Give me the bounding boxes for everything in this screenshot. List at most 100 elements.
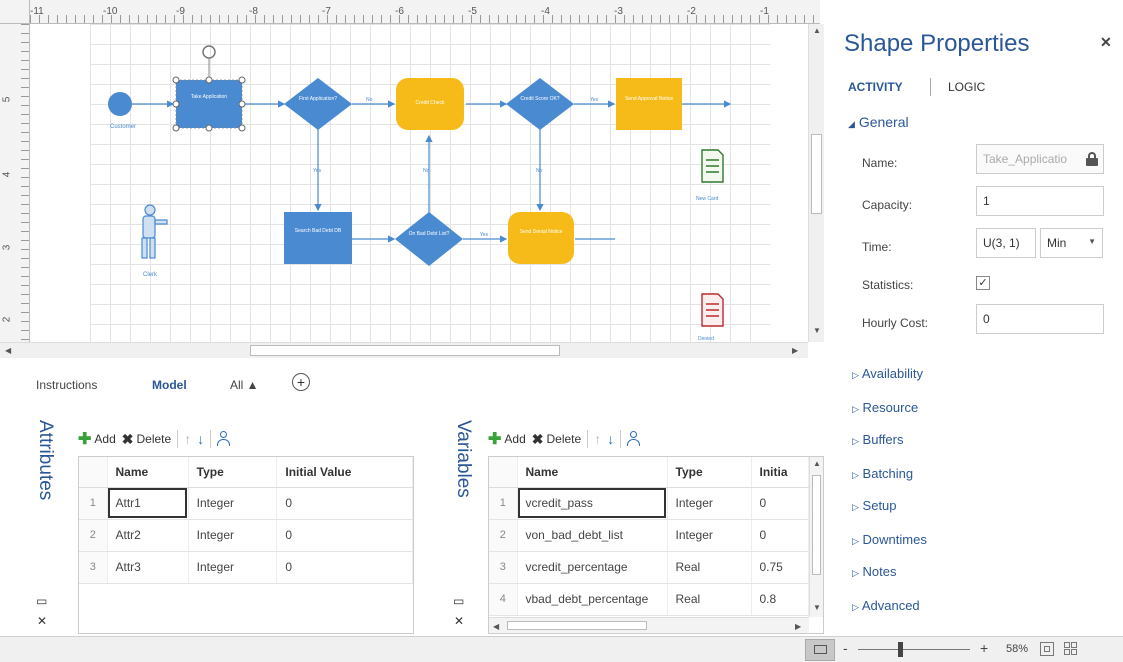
zoom-slider-thumb[interactable] <box>898 642 904 657</box>
scroll-left-icon[interactable]: ◀ <box>5 346 11 355</box>
scroll-left-icon[interactable]: ◀ <box>493 622 499 631</box>
table-row[interactable]: 1 Attr1 Integer 0 <box>79 487 413 520</box>
time-field[interactable]: U(3, 1) <box>976 228 1036 258</box>
column-header[interactable]: Name <box>107 457 189 488</box>
canvas-vertical-scrollbar[interactable]: ▲ ▼ <box>808 24 824 342</box>
customer-source-node[interactable] <box>108 92 132 116</box>
delete-variable-button[interactable]: ✖ Delete <box>532 431 581 448</box>
tab-model[interactable]: Model <box>152 378 187 392</box>
scroll-thumb[interactable] <box>812 475 821 575</box>
move-up-icon[interactable]: ↑ <box>184 431 191 447</box>
section-notes[interactable]: ▷ Notes <box>852 564 897 579</box>
denied-sink-icon[interactable] <box>701 293 724 327</box>
table-row[interactable]: 3 vcredit_percentage Real 0.75 <box>489 551 809 584</box>
name-cell[interactable]: vcredit_pass <box>517 487 668 520</box>
value-cell[interactable]: 0 <box>751 487 809 520</box>
name-cell[interactable]: vbad_debt_percentage <box>517 583 668 616</box>
restore-icon[interactable]: ▭ <box>453 594 464 608</box>
name-cell[interactable]: vcredit_percentage <box>517 551 668 584</box>
tab-all[interactable]: All ▲ <box>230 378 259 392</box>
name-cell[interactable]: von_bad_debt_list <box>517 519 668 552</box>
add-variable-button[interactable]: ✚ Add <box>488 429 526 449</box>
first-application-decision[interactable]: First Application? <box>284 78 352 130</box>
process-diagram[interactable]: No Yes Yes No No Yes Customer Take Appli… <box>30 24 820 342</box>
close-icon[interactable]: ✕ <box>454 614 464 628</box>
type-cell[interactable]: Integer <box>188 519 278 552</box>
take-application-node[interactable]: Take Application <box>172 45 246 132</box>
column-header[interactable]: Type <box>667 457 752 488</box>
name-cell[interactable]: Attr1 <box>107 487 189 520</box>
column-header[interactable]: Name <box>517 457 668 488</box>
scroll-down-icon[interactable]: ▼ <box>813 326 821 335</box>
section-advanced[interactable]: ▷ Advanced <box>852 598 920 613</box>
name-cell[interactable]: Attr3 <box>107 551 189 584</box>
search-bad-debt-node[interactable]: Search Bad Debt DB <box>284 212 352 264</box>
presentation-mode-button[interactable] <box>805 639 835 661</box>
scroll-thumb[interactable] <box>507 621 647 630</box>
type-cell[interactable]: Integer <box>667 487 752 520</box>
new-card-sink-icon[interactable] <box>701 149 724 183</box>
type-cell[interactable]: Real <box>667 551 752 584</box>
table-row[interactable]: 3 Attr3 Integer 0 <box>79 551 413 584</box>
grid-horizontal-scrollbar[interactable]: ◀ ▶ <box>489 617 809 633</box>
move-up-icon[interactable]: ↑ <box>594 431 601 447</box>
scroll-thumb[interactable] <box>811 134 822 214</box>
person-icon[interactable] <box>627 431 643 447</box>
table-row[interactable]: 2 Attr2 Integer 0 <box>79 519 413 552</box>
move-down-icon[interactable]: ↓ <box>607 431 614 447</box>
column-header[interactable]: Initia <box>751 457 809 488</box>
capacity-field[interactable]: 1 <box>976 186 1104 216</box>
tab-logic[interactable]: LOGIC <box>948 80 985 94</box>
tab-instructions[interactable]: Instructions <box>36 378 97 392</box>
section-setup[interactable]: ▷ Setup <box>852 498 897 513</box>
restore-icon[interactable]: ▭ <box>36 594 47 608</box>
value-cell[interactable]: 0 <box>276 519 413 552</box>
type-cell[interactable]: Integer <box>188 551 278 584</box>
zoom-out-button[interactable]: - <box>843 640 848 656</box>
grid-vertical-scrollbar[interactable]: ▲ ▼ <box>809 457 823 617</box>
scroll-up-icon[interactable]: ▲ <box>813 26 821 35</box>
table-row[interactable]: 2 von_bad_debt_list Integer 0 <box>489 519 809 552</box>
value-cell[interactable]: 0 <box>276 487 413 520</box>
column-header[interactable]: Type <box>188 457 278 488</box>
name-cell[interactable]: Attr2 <box>107 519 189 552</box>
add-tab-icon[interactable]: + <box>292 373 310 391</box>
on-bad-debt-decision[interactable]: On Bad Debt List? <box>395 212 463 266</box>
section-resource[interactable]: ▷ Resource <box>852 400 918 415</box>
scroll-down-icon[interactable]: ▼ <box>813 603 821 612</box>
credit-score-decision[interactable]: Credit Score OK? <box>506 78 574 130</box>
section-availability[interactable]: ▷ Availability <box>852 366 923 381</box>
statistics-checkbox[interactable]: ✓ <box>976 276 990 290</box>
scroll-right-icon[interactable]: ▶ <box>792 346 798 355</box>
time-unit-select[interactable]: Min ▼ <box>1040 228 1103 258</box>
value-cell[interactable]: 0.8 <box>751 583 809 616</box>
hourly-cost-field[interactable]: 0 <box>976 304 1104 334</box>
canvas-horizontal-scrollbar[interactable]: ◀ ▶ <box>0 342 808 358</box>
zoom-in-button[interactable]: + <box>980 640 988 656</box>
scroll-up-icon[interactable]: ▲ <box>813 459 821 468</box>
close-icon[interactable]: ✕ <box>37 614 47 628</box>
value-cell[interactable]: 0 <box>276 551 413 584</box>
zoom-slider-track[interactable] <box>858 649 970 650</box>
person-icon[interactable] <box>217 431 233 447</box>
drawing-surface[interactable]: No Yes Yes No No Yes Customer Take Appli… <box>30 24 820 342</box>
table-row[interactable]: 4 vbad_debt_percentage Real 0.8 <box>489 583 809 616</box>
fit-to-page-icon[interactable] <box>1040 642 1054 656</box>
value-cell[interactable]: 0 <box>751 519 809 552</box>
send-denial-node[interactable]: Send Denial Notice <box>508 212 574 264</box>
scroll-right-icon[interactable]: ▶ <box>795 622 801 631</box>
switch-windows-icon[interactable] <box>1064 642 1078 656</box>
tab-activity[interactable]: ACTIVITY <box>848 80 903 94</box>
section-buffers[interactable]: ▷ Buffers <box>852 432 904 447</box>
credit-check-node[interactable]: Credit Check <box>396 78 464 130</box>
add-attribute-button[interactable]: ✚ Add <box>78 429 116 449</box>
value-cell[interactable]: 0.75 <box>751 551 809 584</box>
type-cell[interactable]: Integer <box>667 519 752 552</box>
move-down-icon[interactable]: ↓ <box>197 431 204 447</box>
section-general[interactable]: ◢ General <box>848 114 909 130</box>
clerk-resource-icon[interactable] <box>141 204 168 259</box>
close-icon[interactable]: ✕ <box>1100 34 1112 51</box>
section-batching[interactable]: ▷ Batching <box>852 466 913 481</box>
delete-attribute-button[interactable]: ✖ Delete <box>122 431 171 448</box>
rotate-handle-icon[interactable] <box>202 45 216 59</box>
